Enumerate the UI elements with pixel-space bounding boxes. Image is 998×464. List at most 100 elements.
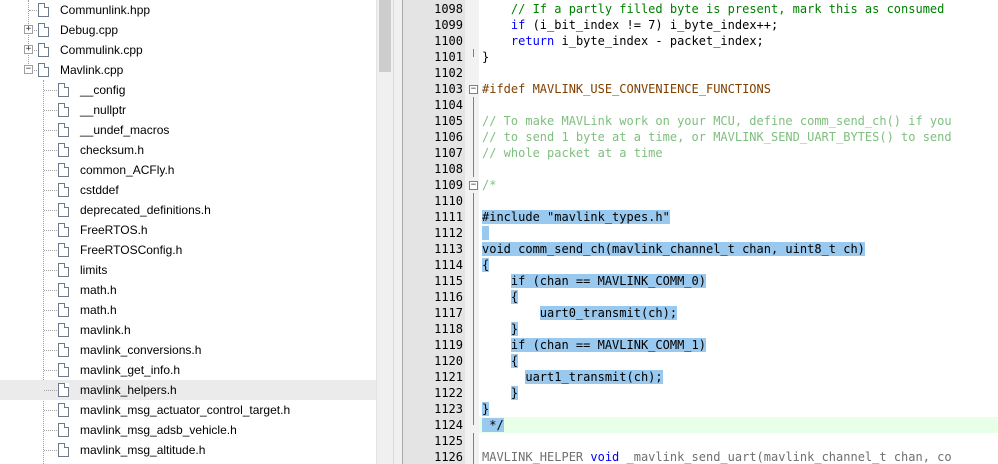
code-line[interactable]: 1110 [403, 193, 998, 209]
line-number: 1109 [434, 178, 463, 192]
fold-guide [473, 161, 474, 177]
tree-item[interactable]: __config [0, 80, 376, 100]
tree-item[interactable]: FreeRTOSConfig.h [0, 240, 376, 260]
code-line[interactable]: 1125 [403, 433, 998, 449]
code-line[interactable]: 1104 [403, 97, 998, 113]
code-line[interactable]: 1120 { [403, 353, 998, 369]
tree-item-label: Debug.cpp [60, 23, 119, 37]
panel-splitter[interactable] [393, 0, 403, 464]
file-icon [58, 383, 69, 397]
tree-item[interactable]: FreeRTOS.h [0, 220, 376, 240]
tree-connector [44, 450, 57, 451]
file-icon [58, 323, 69, 337]
code-line[interactable]: 1119 if (chan == MAVLINK_COMM_1) [403, 337, 998, 353]
expand-icon[interactable]: + [24, 25, 33, 34]
code-line[interactable]: 1126 MAVLINK_HELPER void _mavlink_send_ua… [403, 449, 998, 464]
tree-connector [44, 230, 57, 231]
code-line[interactable]: 1116 { [403, 289, 998, 305]
tree-item[interactable]: mavlink_conversions.h [0, 340, 376, 360]
tree-connector [44, 390, 57, 391]
fold-guide [473, 337, 474, 353]
line-number: 1115 [434, 274, 463, 288]
code-editor[interactable]: 1098 // If a partly filled byte is prese… [403, 0, 998, 464]
tree-item[interactable]: mavlink_msg_adsb_vehicle.h [0, 420, 376, 440]
code-line[interactable]: 1112 [403, 225, 998, 241]
tree-item[interactable]: common_ACFly.h [0, 160, 376, 180]
tree-connector [44, 350, 57, 351]
line-number: 1108 [434, 162, 463, 176]
line-number: 1125 [434, 434, 463, 448]
fold-guide [473, 433, 474, 449]
code-line[interactable]: 1107 // whole packet at a time [403, 145, 998, 161]
code-text: void comm_send_ch(mavlink_channel_t chan… [482, 242, 865, 256]
tree-item[interactable]: mavlink.h [0, 320, 376, 340]
tree-item[interactable]: __nullptr [0, 100, 376, 120]
tree-item[interactable]: __undef_macros [0, 120, 376, 140]
code-line[interactable]: 1115 if (chan == MAVLINK_COMM_0) [403, 273, 998, 289]
code-line[interactable]: 1101} [403, 49, 998, 65]
tree-item[interactable]: + Debug.cpp [0, 20, 376, 40]
tree-item-label: mavlink_conversions.h [80, 343, 202, 357]
scrollbar-thumb[interactable] [379, 0, 391, 72]
file-tree-scrollbar[interactable] [376, 0, 393, 464]
code-line[interactable]: 1113 void comm_send_ch(mavlink_channel_t … [403, 241, 998, 257]
code-line[interactable]: 1124 */ [403, 417, 998, 433]
tree-item[interactable]: mavlink_msg_altitude.h [0, 440, 376, 460]
tree-item[interactable]: Communlink.hpp [0, 0, 376, 20]
tree-item-label: common_ACFly.h [80, 163, 175, 177]
code-text: // To make MAVLink work on your MCU, def… [482, 114, 952, 128]
code-line[interactable]: 1108 [403, 161, 998, 177]
tree-item[interactable]: limits [0, 260, 376, 280]
tree-item[interactable]: deprecated_definitions.h [0, 200, 376, 220]
tree-item-label: Mavlink.cpp [60, 63, 124, 77]
fold-toggle-icon[interactable]: − [469, 85, 478, 94]
fold-guide [473, 289, 474, 305]
tree-item-label: math.h [80, 303, 117, 317]
code-line[interactable]: 1123} [403, 401, 998, 417]
tree-connector [44, 290, 57, 291]
fold-guide [473, 145, 474, 161]
file-icon [58, 343, 69, 357]
code-line[interactable]: 1117 uart0_transmit(ch); [403, 305, 998, 321]
expand-icon[interactable]: + [24, 45, 33, 54]
code-line[interactable]: 1111 #include "mavlink_types.h" [403, 209, 998, 225]
line-number: 1106 [434, 130, 463, 144]
code-line[interactable]: 1102 [403, 65, 998, 81]
code-text: /* [482, 178, 497, 192]
code-line[interactable]: 1109−/* [403, 177, 998, 193]
tree-connector [44, 130, 57, 131]
line-number: 1124 [434, 418, 463, 432]
tree-item[interactable]: cstddef [0, 180, 376, 200]
code-line[interactable]: 1100 return i_byte_index - packet_index; [403, 33, 998, 49]
tree-item[interactable]: + Commulink.cpp [0, 40, 376, 60]
tree-connector [44, 370, 57, 371]
code-line[interactable]: 1098 // If a partly filled byte is prese… [403, 1, 998, 17]
code-line[interactable]: 1099 if (i_bit_index != 7) i_byte_index+… [403, 17, 998, 33]
code-text: // If a partly filled byte is present, m… [510, 2, 945, 16]
tree-item[interactable]: checksum.h [0, 140, 376, 160]
code-line[interactable]: 1105 // To make MAVLink work on your MCU,… [403, 113, 998, 129]
fold-toggle-icon[interactable]: − [469, 181, 478, 190]
tree-item[interactable]: − Mavlink.cpp [0, 60, 376, 80]
collapse-icon[interactable]: − [24, 65, 33, 74]
code-line[interactable]: 1114 { [403, 257, 998, 273]
tree-item[interactable]: mavlink_helpers.h [0, 380, 376, 400]
code-line[interactable]: 1106 // to send 1 byte at a time, or MAVL… [403, 129, 998, 145]
tree-item[interactable]: math.h [0, 300, 376, 320]
tree-item[interactable]: mavlink_get_info.h [0, 360, 376, 380]
tree-item[interactable]: mavlink_msg_actuator_control_target.h [0, 400, 376, 420]
file-icon [38, 3, 49, 17]
code-line[interactable]: 1118 } [403, 321, 998, 337]
tree-item-label: limits [80, 263, 108, 277]
fold-guide [473, 129, 474, 145]
fold-guide [473, 209, 474, 225]
code-line[interactable]: 1121 uart1_transmit(ch); [403, 369, 998, 385]
tree-item-label: mavlink_msg_actuator_control_target.h [80, 403, 291, 417]
tree-item[interactable]: math.h [0, 280, 376, 300]
code-line[interactable]: 1122 } [403, 385, 998, 401]
line-number: 1111 [434, 210, 463, 224]
fold-guide [473, 97, 474, 113]
code-line[interactable]: 1103− #ifdef MAVLINK_USE_CONVENIENCE_FUNC… [403, 81, 998, 97]
file-icon [58, 303, 69, 317]
file-icon [58, 403, 69, 417]
